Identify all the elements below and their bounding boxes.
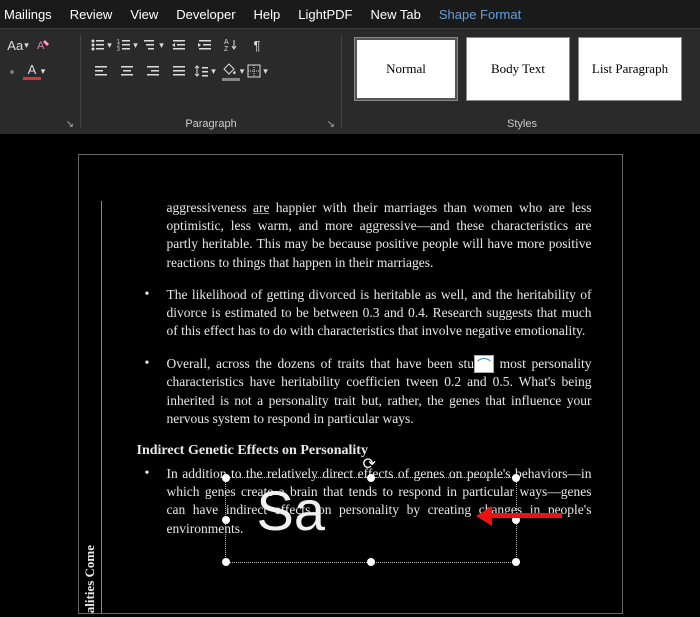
font-group-label: ↘ [6,116,72,132]
borders-button[interactable]: ▾ [245,59,269,83]
paragraph-group-label: Paragraph ↘ [89,116,333,132]
svg-text:A: A [224,39,229,46]
section-heading[interactable]: Indirect Genetic Effects on Personality [137,442,592,461]
align-center-button[interactable] [115,59,139,83]
inline-picture-icon[interactable]: ⌒ [474,355,494,373]
style-list-paragraph[interactable]: List Paragraph [578,37,682,101]
align-right-button[interactable] [141,59,165,83]
subscript-button[interactable]: ▪ [6,59,18,83]
resize-handle[interactable] [512,558,520,566]
increase-indent-button[interactable] [193,33,217,57]
svg-text:Z: Z [224,46,229,53]
menu-lightpdf[interactable]: LightPDF [298,7,352,22]
margin-line [101,201,102,613]
justify-button[interactable] [167,59,191,83]
menu-developer[interactable]: Developer [176,7,235,22]
decrease-indent-button[interactable] [167,33,191,57]
sort-button[interactable]: AZ [219,33,243,57]
menu-review[interactable]: Review [70,7,113,22]
paragraph-4[interactable]: In addition to the relatively direct eff… [167,465,592,538]
menu-shape-format[interactable]: Shape Format [439,7,521,22]
annotation-arrow [488,513,562,518]
align-left-button[interactable] [89,59,113,83]
svg-text:3: 3 [117,47,120,53]
paragraph-dialog-launcher[interactable]: ↘ [327,119,335,130]
paragraph-2[interactable]: The likelihood of getting divorced is he… [167,286,592,341]
font-group: Aa▾ A ▪ A ▾ ↘ [0,29,78,134]
change-case-button[interactable]: Aa▾ [6,33,30,57]
font-dialog-launcher[interactable]: ↘ [66,119,74,130]
show-marks-button[interactable]: ¶ [245,33,269,57]
menu-view[interactable]: View [130,7,158,22]
styles-group-label: Styles [350,116,694,132]
clear-formatting-button[interactable]: A [32,33,56,57]
numbering-button[interactable]: 123▾ [115,33,139,57]
style-body-text[interactable]: Body Text [466,37,570,101]
shading-button[interactable]: ▾ [219,59,243,83]
paragraph-3[interactable]: Overall, across the dozens of traits tha… [167,355,592,429]
styles-group: Normal Body Text List Paragraph Styles [344,29,700,134]
multilevel-list-button[interactable]: ▾ [141,33,165,57]
resize-handle[interactable] [367,558,375,566]
paragraph-group: ▾ 123▾ ▾ AZ ¶ ▾ ▾ ▾ Pa [83,29,339,134]
paragraph-1[interactable]: aggressiveness are happier with their ma… [167,199,592,272]
page[interactable]: aggressiveness are happier with their ma… [78,154,623,614]
bullets-button[interactable]: ▾ [89,33,113,57]
document-area[interactable]: aggressiveness are happier with their ma… [0,134,700,617]
font-color-button[interactable]: A ▾ [20,59,44,83]
menu-mailings[interactable]: Mailings [4,7,52,22]
menu-help[interactable]: Help [254,7,281,22]
resize-handle[interactable] [222,558,230,566]
spellcheck-word[interactable]: are [253,200,269,215]
line-spacing-button[interactable]: ▾ [193,59,217,83]
ribbon: Aa▾ A ▪ A ▾ ↘ ▾ 123▾ ▾ [0,28,700,134]
menu-bar: Mailings Review View Developer Help Ligh… [0,0,700,28]
style-normal[interactable]: Normal [354,37,458,101]
menu-newtab[interactable]: New Tab [370,7,420,22]
vertical-side-label: alities Come [81,545,99,613]
